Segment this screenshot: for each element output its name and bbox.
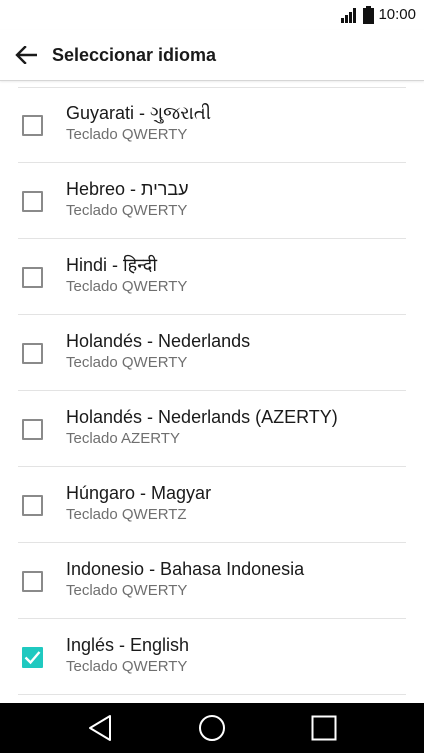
keyboard-layout: Teclado QWERTY — [66, 658, 188, 675]
keyboard-layout: Teclado QWERTY — [66, 126, 188, 143]
recents-square-icon — [311, 715, 337, 741]
home-circle-icon — [199, 715, 225, 741]
checkbox[interactable] — [22, 191, 43, 212]
checkbox[interactable] — [22, 267, 43, 288]
keyboard-layout: Teclado AZERTY — [66, 430, 180, 447]
battery-icon — [363, 6, 375, 24]
back-button[interactable] — [8, 38, 44, 72]
language-list: Guyarati - ગુજરાતી Teclado QWERTY Hebreo… — [0, 87, 424, 695]
checkbox-checked[interactable] — [22, 647, 43, 668]
list-item-indonesian[interactable]: Indonesio - Bahasa Indonesia Teclado QWE… — [18, 543, 406, 619]
list-item-dutch-azerty[interactable]: Holandés - Nederlands (AZERTY) Teclado A… — [18, 391, 406, 467]
language-title: Indonesio - Bahasa Indonesia — [66, 559, 305, 579]
language-title: Húngaro - Magyar — [66, 483, 212, 503]
navigation-bar — [0, 703, 424, 753]
list-item-gujarati[interactable]: Guyarati - ગુજરાતી Teclado QWERTY — [18, 87, 406, 163]
checkbox[interactable] — [22, 343, 43, 364]
checkbox[interactable] — [22, 571, 43, 592]
keyboard-layout: Teclado QWERTY — [66, 582, 188, 599]
language-title: Hindi - हिन्दी — [66, 255, 158, 275]
item-text: Holandés - Nederlands Teclado QWERTY — [66, 329, 250, 373]
list-item-english[interactable]: Inglés - English Teclado QWERTY — [18, 619, 406, 695]
arrow-left-icon — [15, 46, 37, 64]
item-text: Húngaro - Magyar Teclado QWERTZ — [66, 481, 211, 525]
checkmark-icon — [24, 651, 41, 665]
language-title: Holandés - Nederlands (AZERTY) — [66, 407, 338, 427]
keyboard-layout: Teclado QWERTY — [66, 278, 188, 295]
language-title: Hebreo - עברית — [66, 179, 189, 199]
list-item-hindi[interactable]: Hindi - हिन्दी Teclado QWERTY — [18, 239, 406, 315]
signal-icon — [341, 8, 357, 23]
app-header: Seleccionar idioma — [0, 30, 424, 81]
keyboard-layout: Teclado QWERTY — [66, 354, 188, 371]
nav-back-button[interactable] — [70, 703, 130, 753]
nav-home-button[interactable] — [182, 703, 242, 753]
checkbox[interactable] — [22, 495, 43, 516]
item-text: Holandés - Nederlands (AZERTY) Teclado A… — [66, 405, 338, 449]
item-text: Inglés - English Teclado QWERTY — [66, 633, 189, 677]
list-item-hungarian[interactable]: Húngaro - Magyar Teclado QWERTZ — [18, 467, 406, 543]
status-bar: 10:00 — [0, 0, 424, 30]
language-title: Guyarati - ગુજરાતી — [66, 103, 211, 123]
list-item-dutch[interactable]: Holandés - Nederlands Teclado QWERTY — [18, 315, 406, 391]
nav-recents-button[interactable] — [294, 703, 354, 753]
item-text: Guyarati - ગુજરાતી Teclado QWERTY — [66, 101, 211, 145]
back-triangle-icon — [89, 715, 111, 741]
status-time: 10:00 — [378, 6, 416, 23]
page-title: Seleccionar idioma — [52, 45, 217, 65]
item-text: Hindi - हिन्दी Teclado QWERTY — [66, 253, 187, 297]
item-text: Indonesio - Bahasa Indonesia Teclado QWE… — [66, 557, 304, 601]
keyboard-layout: Teclado QWERTZ — [66, 506, 187, 523]
status-icons: 10:00 — [341, 5, 416, 25]
language-title: Inglés - English — [66, 635, 190, 655]
checkbox[interactable] — [22, 115, 43, 136]
item-text: Hebreo - עברית Teclado QWERTY — [66, 177, 189, 221]
checkbox[interactable] — [22, 419, 43, 440]
language-title: Holandés - Nederlands — [66, 331, 251, 351]
keyboard-layout: Teclado QWERTY — [66, 202, 188, 219]
list-item-hebrew[interactable]: Hebreo - עברית Teclado QWERTY — [18, 163, 406, 239]
